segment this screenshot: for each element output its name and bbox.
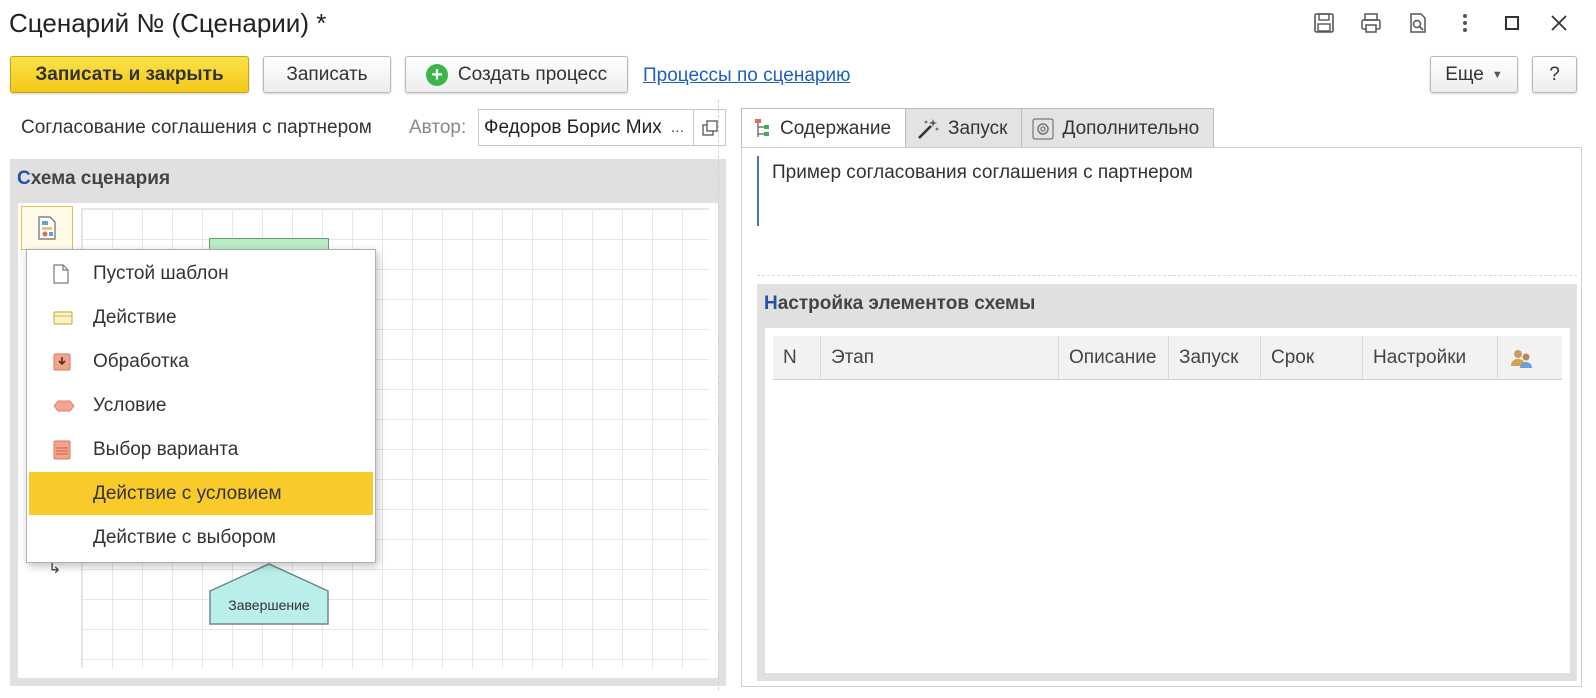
menu-item-label: Обработка [93,350,189,372]
magic-wand-icon [918,118,940,139]
content-panel: Пример согласования соглашения с партнер… [741,147,1582,687]
tab-label: Запуск [948,117,1008,139]
menu-item-label: Выбор варианта [93,438,239,460]
column-description[interactable]: Описание [1059,336,1169,380]
more-label: Еще [1445,63,1484,85]
open-author-icon[interactable] [693,110,725,145]
settings-table[interactable]: N Этап Описание Запуск Срок Настройки [765,328,1570,673]
tab-bar: Содержание Запуск Дополнительно [741,108,1215,149]
scenario-name: Согласование соглашения с партнером [21,117,372,138]
preview-icon[interactable] [1394,6,1441,40]
author-label: Автор: [409,117,467,138]
menu-item-action-with-condition[interactable]: Действие с условием [29,472,373,515]
tab-label: Содержание [780,118,892,139]
condition-icon [29,399,93,413]
plus-circle-icon: + [425,63,448,86]
caret-down-icon: ▼ [1491,68,1503,81]
menu-item-action-with-choice[interactable]: Действие с выбором [29,516,373,559]
create-process-label: Создать процесс [457,63,608,85]
settings-icon [1032,117,1055,140]
action-icon [29,310,93,326]
menu-item-label: Условие [93,394,167,416]
add-element-button[interactable] [21,206,73,250]
tab-label: Дополнительно [1062,117,1200,139]
tab-content[interactable]: Содержание [741,108,907,149]
window-controls [1300,6,1582,40]
end-node-label: Завершение [228,597,310,613]
processing-icon [29,353,93,371]
menu-item-label: Действие с выбором [93,526,276,548]
window-title: Сценарий № (Сценарии) * [9,8,327,38]
more-vertical-icon[interactable] [1441,6,1488,40]
tab-additional[interactable]: Дополнительно [1021,108,1215,148]
menu-item-processing[interactable]: Обработка [29,340,373,383]
menu-item-action[interactable]: Действие [29,296,373,339]
column-settings[interactable]: Настройки [1363,336,1498,380]
menu-item-label: Действие с условием [93,482,282,504]
tab-launch[interactable]: Запуск [905,108,1023,148]
save-and-close-button[interactable]: Записать и закрыть [10,56,249,93]
menu-item-condition[interactable]: Условие [29,384,373,427]
blank-page-icon [29,263,93,284]
schema-title: Схема сценария [17,168,171,189]
maximize-icon[interactable] [1488,6,1535,40]
column-launch[interactable]: Запуск [1169,336,1261,380]
table-header: N Этап Описание Запуск Срок Настройки [773,336,1562,380]
column-stage[interactable]: Этап [821,336,1059,380]
author-select-button[interactable]: ... [662,110,694,145]
close-icon[interactable] [1535,6,1582,40]
tree-icon [755,119,769,137]
help-button[interactable]: ? [1532,56,1577,93]
menu-item-choice[interactable]: Выбор варианта [29,428,373,471]
processes-by-scenario-link[interactable]: Процессы по сценарию [643,65,850,87]
author-value[interactable]: Федоров Борис Михайлович [479,117,662,139]
settings-title: Настройка элементов схемы [764,293,1036,314]
menu-item-blank-template[interactable]: Пустой шаблон [29,252,373,295]
add-element-menu: Пустой шаблон Действие Обработка Условие… [26,249,376,563]
save-button[interactable]: Записать [263,56,391,93]
column-deadline[interactable]: Срок [1261,336,1363,380]
menu-item-label: Действие [93,306,177,328]
separator [757,275,1577,276]
menu-item-label: Пустой шаблон [93,262,229,284]
choice-icon [29,440,93,460]
users-icon[interactable] [1498,336,1546,380]
save-icon[interactable] [1300,6,1347,40]
create-process-button[interactable]: + Создать процесс [405,56,628,93]
more-button[interactable]: Еще ▼ [1430,56,1518,93]
add-element-icon [38,216,56,240]
schema-elements-settings: Настройка элементов схемы N Этап Описани… [757,284,1577,681]
panel-splitter[interactable] [718,100,719,690]
author-field[interactable]: Федоров Борис Михайлович ... [478,109,726,146]
column-n[interactable]: N [773,336,821,380]
end-node[interactable]: Завершение [209,563,329,625]
print-icon[interactable] [1347,6,1394,40]
description-field[interactable]: Пример согласования соглашения с партнер… [757,156,1577,226]
